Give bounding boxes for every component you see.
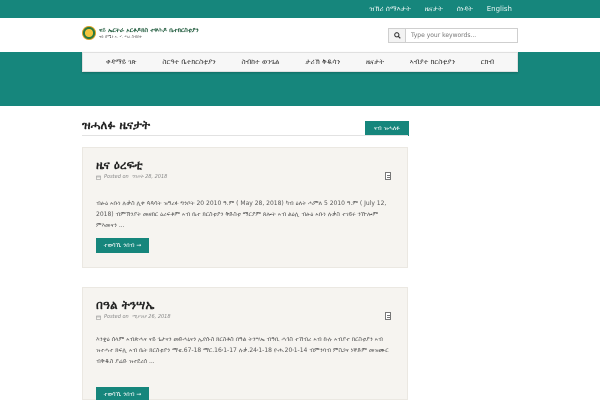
logo-subtitle: ናይ ሰሜን ኣ. ሃ. ሃገረ ስብከት [99,33,143,39]
main-nav: ቀዳማይ ገጽ ስርዓተ ቤተክርስቲያን ስብከተ ወንጌል ታሪኽ ቅዱሳን… [82,52,518,72]
top-nav: ዝኽሪ ሰማእታት ዜናታት ሰነዳት English [369,0,512,18]
post-meta: Posted on ሚያዝያ 26, 2018 [96,314,171,320]
top-nav-english[interactable]: English [487,5,512,13]
nav-church-order[interactable]: ስርዓተ ቤተክርስቲያን [162,58,215,67]
document-icon [385,312,391,320]
nav-home[interactable]: ቀዳማይ ገጽ [106,58,137,67]
search-box [388,28,518,43]
post-meta-prefix: Posted on [104,314,129,320]
document-icon [385,172,391,180]
top-bar: ዝኽሪ ሰማእታት ዜናታት ሰነዳት English [0,0,600,18]
logo-title: ናይ ኤርትራ ኦርቶዶክስ ተዋሕዶ ቤተክርስቲያን [99,26,199,34]
church-seal-icon [82,26,96,40]
top-nav-documents[interactable]: ሰነዳት [457,5,473,14]
nav-preaching[interactable]: ስብከተ ወንጌል [242,58,280,67]
top-nav-martyrs[interactable]: ዝኽሪ ሰማእታት [369,5,410,14]
post-card: በዓል ትንሣኤ Posted on ሚያዝያ 26, 2018 እንቋዕ ሰላ… [82,287,408,400]
search-button[interactable] [389,29,406,42]
post-meta-prefix: Posted on [104,174,129,180]
nav-churches[interactable]: ኣብያተ ክርስቲያን [410,58,455,67]
title-divider [82,135,408,136]
calendar-icon [96,175,101,180]
post-title[interactable]: በዓል ትንሣኤ [96,298,154,313]
logo-text: ናይ ኤርትራ ኦርቶዶክስ ተዋሕዶ ቤተክርስቲያን ናይ ሰሜን ኣ. ሃ… [99,26,199,39]
nav-contact[interactable]: ርክብ [481,58,494,67]
read-more-button[interactable]: ተወሳኺ ንበብ ➞ [96,387,149,400]
post-card: ዜና ዕረፍቲ Posted on ግንቦት 28, 2018 ብፁዕ ኣቡነ … [82,147,408,268]
calendar-icon [96,315,101,320]
top-nav-news[interactable]: ዜናታት [425,5,443,14]
search-input[interactable] [406,29,516,42]
nav-news[interactable]: ዜናታት [366,58,384,67]
read-more-button[interactable]: ተወሳኺ ንበብ ➞ [96,238,149,253]
post-date: ግንቦት 28, 2018 [131,174,168,180]
page-title: ዝሓለፉ ዜናታት [82,118,151,132]
post-meta: Posted on ግንቦት 28, 2018 [96,174,167,180]
post-date: ሚያዝያ 26, 2018 [131,314,171,320]
post-title[interactable]: ዜና ዕረፍቲ [96,158,143,173]
nav-saints-history[interactable]: ታሪኽ ቅዱሳን [305,58,340,67]
search-icon [393,32,401,39]
post-excerpt: ብፁዕ ኣቡነ ሉቃስ ሊቀ ጳጳሳት ዝዓረፉ ግንቦት 20 2010 ዓ.… [96,200,387,229]
site-logo[interactable]: ናይ ኤርትራ ኦርቶዶክስ ተዋሕዶ ቤተክርስቲያን ናይ ሰሜን ኣ. ሃ… [82,24,222,42]
archive-button[interactable]: ናብ ዝሓለፉ [365,121,409,136]
post-excerpt: እንቋዕ ሰላም ኣብጽሓና ናይ ጌታናን መድሓኒናን ኢየሱስ ክርስቶስ… [96,336,389,365]
